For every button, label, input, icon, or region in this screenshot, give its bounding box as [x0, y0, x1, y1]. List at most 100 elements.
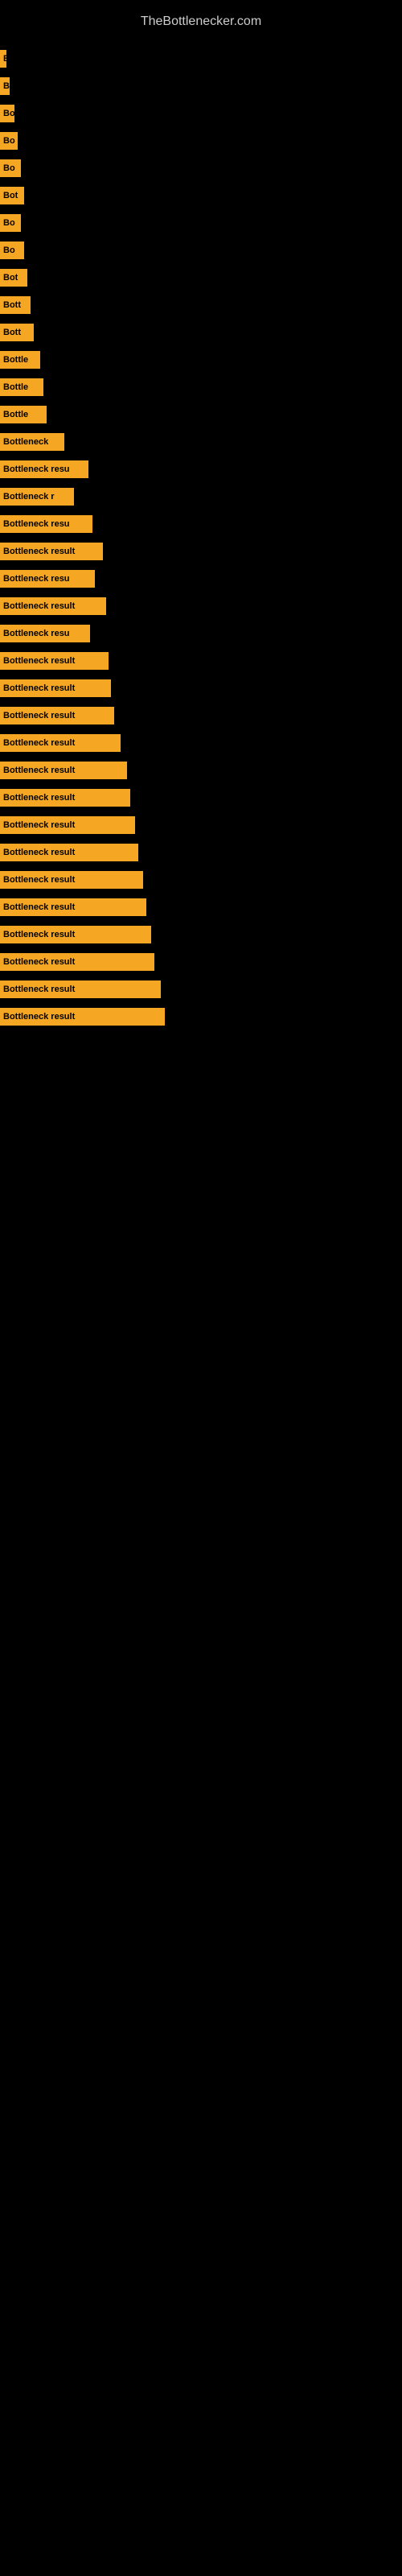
bar-row: Bottleneck result — [0, 784, 402, 811]
bars-container: BBBoBoBoBotBoBoBotBottBottBottleBottleBo… — [0, 45, 402, 1030]
bar-label-6: Bo — [3, 218, 15, 228]
bar-11: Bottle — [0, 351, 40, 369]
bar-7: Bo — [0, 242, 24, 259]
bar-label-23: Bottleneck result — [3, 683, 75, 693]
bar-label-25: Bottleneck result — [3, 738, 75, 748]
bar-row: Bottleneck — [0, 428, 402, 456]
bar-24: Bottleneck result — [0, 707, 114, 724]
bar-row: Bottleneck resu — [0, 565, 402, 592]
bar-14: Bottleneck — [0, 433, 64, 451]
bar-row: Bo — [0, 237, 402, 264]
bar-label-19: Bottleneck resu — [3, 574, 70, 584]
bar-row: Bottleneck result — [0, 811, 402, 839]
bar-label-10: Bott — [3, 328, 21, 337]
bar-22: Bottleneck result — [0, 652, 109, 670]
bar-10: Bott — [0, 324, 34, 341]
bar-row: Bottleneck resu — [0, 510, 402, 538]
bar-label-3: Bo — [3, 136, 15, 146]
bar-row: Bo — [0, 127, 402, 155]
bar-label-8: Bot — [3, 273, 18, 283]
bar-label-15: Bottleneck resu — [3, 464, 70, 474]
bar-label-35: Bottleneck result — [3, 1012, 75, 1022]
bar-label-11: Bottle — [3, 355, 28, 365]
bar-21: Bottleneck resu — [0, 625, 90, 642]
bar-label-31: Bottleneck result — [3, 902, 75, 912]
bar-row: Bottleneck result — [0, 675, 402, 702]
bar-row: Bottleneck result — [0, 757, 402, 784]
bar-30: Bottleneck result — [0, 871, 143, 889]
bar-row: Bottleneck resu — [0, 456, 402, 483]
bar-row: Bottleneck result — [0, 538, 402, 565]
bar-label-14: Bottleneck — [3, 437, 48, 447]
bar-12: Bottle — [0, 378, 43, 396]
bar-row: Bottle — [0, 374, 402, 401]
bar-34: Bottleneck result — [0, 980, 161, 998]
bar-label-18: Bottleneck result — [3, 547, 75, 556]
bar-32: Bottleneck result — [0, 926, 151, 943]
bar-23: Bottleneck result — [0, 679, 111, 697]
bar-label-27: Bottleneck result — [3, 793, 75, 803]
page-title: TheBottlenecker.com — [0, 8, 402, 45]
bar-row: Bottleneck result — [0, 729, 402, 757]
bar-row: Bottle — [0, 346, 402, 374]
bar-label-28: Bottleneck result — [3, 820, 75, 830]
bar-label-9: Bott — [3, 300, 21, 310]
bar-label-2: Bo — [3, 109, 14, 118]
bar-row: Bo — [0, 155, 402, 182]
bar-0: B — [0, 50, 6, 68]
main-container: TheBottlenecker.com BBBoBoBoBotBoBoBotBo… — [0, 0, 402, 1038]
bar-13: Bottle — [0, 406, 47, 423]
bar-4: Bo — [0, 159, 21, 177]
bar-6: Bo — [0, 214, 21, 232]
bar-row: Bo — [0, 100, 402, 127]
bar-label-17: Bottleneck resu — [3, 519, 70, 529]
bar-29: Bottleneck result — [0, 844, 138, 861]
bar-label-26: Bottleneck result — [3, 766, 75, 775]
bar-label-22: Bottleneck result — [3, 656, 75, 666]
bar-17: Bottleneck resu — [0, 515, 92, 533]
bar-19: Bottleneck resu — [0, 570, 95, 588]
bar-row: Bottleneck result — [0, 1003, 402, 1030]
bar-8: Bot — [0, 269, 27, 287]
bar-33: Bottleneck result — [0, 953, 154, 971]
bar-row: Bo — [0, 209, 402, 237]
bar-row: Bottleneck result — [0, 921, 402, 948]
bar-row: Bott — [0, 319, 402, 346]
bar-27: Bottleneck result — [0, 789, 130, 807]
bar-9: Bott — [0, 296, 31, 314]
bar-label-12: Bottle — [3, 382, 28, 392]
bar-label-21: Bottleneck resu — [3, 629, 70, 638]
bar-row: Bottleneck result — [0, 702, 402, 729]
bar-5: Bot — [0, 187, 24, 204]
bar-row: Bott — [0, 291, 402, 319]
bar-row: Bot — [0, 182, 402, 209]
bar-label-34: Bottleneck result — [3, 985, 75, 994]
bar-label-16: Bottleneck r — [3, 492, 55, 502]
bar-row: Bottleneck result — [0, 592, 402, 620]
bar-label-13: Bottle — [3, 410, 28, 419]
bar-row: Bottleneck resu — [0, 620, 402, 647]
bar-row: Bot — [0, 264, 402, 291]
bar-row: Bottleneck result — [0, 976, 402, 1003]
bar-row: Bottleneck result — [0, 839, 402, 866]
bar-row: Bottleneck result — [0, 948, 402, 976]
bar-row: Bottleneck result — [0, 647, 402, 675]
bar-label-30: Bottleneck result — [3, 875, 75, 885]
bar-label-32: Bottleneck result — [3, 930, 75, 939]
bar-31: Bottleneck result — [0, 898, 146, 916]
bar-label-20: Bottleneck result — [3, 601, 75, 611]
bar-25: Bottleneck result — [0, 734, 121, 752]
bar-row: Bottleneck r — [0, 483, 402, 510]
bar-label-0: B — [3, 54, 6, 64]
bar-row: Bottleneck result — [0, 866, 402, 894]
bar-row: B — [0, 45, 402, 72]
bar-3: Bo — [0, 132, 18, 150]
bar-label-4: Bo — [3, 163, 15, 173]
bar-row: Bottleneck result — [0, 894, 402, 921]
bar-16: Bottleneck r — [0, 488, 74, 506]
bar-2: Bo — [0, 105, 14, 122]
bar-15: Bottleneck resu — [0, 460, 88, 478]
bar-label-33: Bottleneck result — [3, 957, 75, 967]
bar-26: Bottleneck result — [0, 762, 127, 779]
bar-35: Bottleneck result — [0, 1008, 165, 1026]
